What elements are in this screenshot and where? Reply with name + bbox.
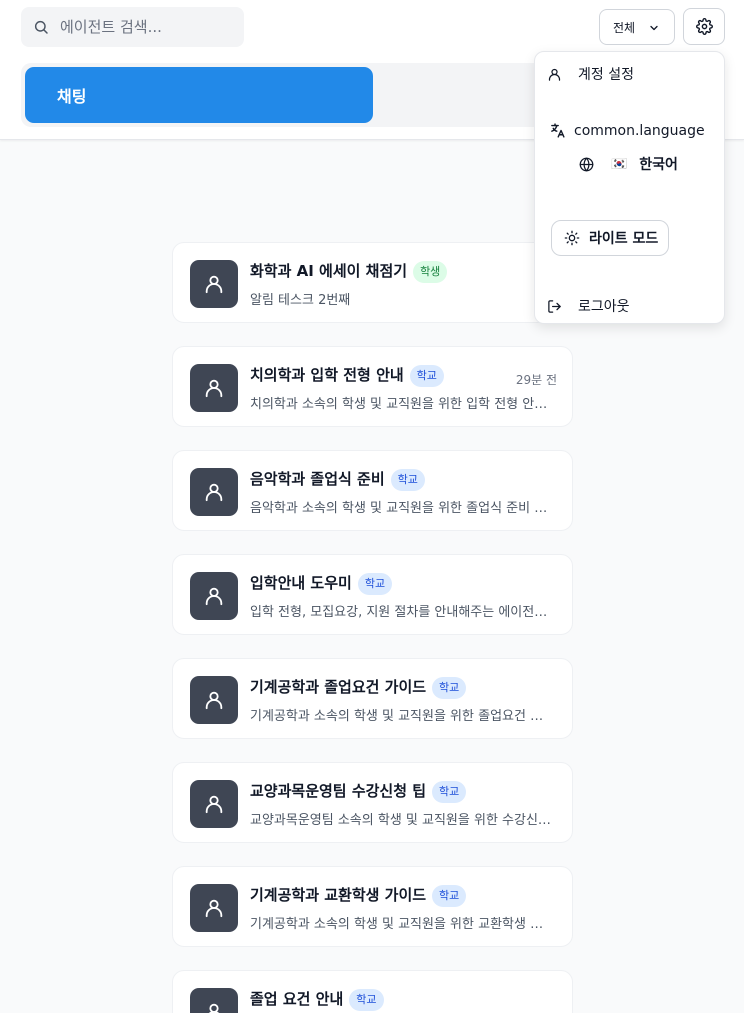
avatar: [190, 572, 238, 620]
logout-item[interactable]: 로그아웃: [547, 296, 630, 316]
agent-card[interactable]: 음악학과 졸업식 준비 학교 음악학과 소속의 학생 및 교직원을 위한 졸업식 …: [172, 450, 573, 531]
logout-label: 로그아웃: [578, 299, 630, 315]
globe-icon: [579, 157, 594, 171]
agent-title: 치의학과 입학 전형 안내: [250, 366, 404, 384]
korea-flag-icon: 🇰🇷: [611, 156, 628, 172]
agent-card[interactable]: 치의학과 입학 전형 안내 학교 29분 전 치의학과 소속의 학생 및 교직원을…: [172, 346, 573, 427]
user-icon: [205, 379, 223, 398]
agent-card[interactable]: 교양과목운영팀 수강신청 팁 학교 교양과목운영팀 소속의 학생 및 교직원을 위…: [172, 762, 573, 843]
agent-description: 교양과목운영팀 소속의 학생 및 교직원을 위한 수강신청 팁 에이전트입니다.: [250, 813, 553, 828]
filter-selected-value: 전체: [613, 20, 636, 35]
role-badge: 학교: [432, 780, 467, 803]
agent-title-row: 기계공학과 교환학생 가이드 학교: [250, 884, 467, 907]
user-icon: [205, 275, 223, 294]
agent-title: 기계공학과 교환학생 가이드: [250, 886, 427, 904]
agent-description: 음악학과 소속의 학생 및 교직원을 위한 졸업식 준비 에이전트입니다.: [250, 501, 553, 516]
sun-icon: [564, 230, 580, 246]
agent-title-row: 음악학과 졸업식 준비 학교: [250, 468, 425, 491]
account-settings-label: 계정 설정: [578, 67, 634, 83]
agent-title: 음악학과 졸업식 준비: [250, 470, 385, 488]
user-icon: [205, 795, 223, 814]
role-badge: 학교: [349, 988, 384, 1011]
agent-title-row: 졸업 요건 안내 학교: [250, 988, 384, 1011]
agent-card[interactable]: 입학안내 도우미 학교 입학 전형, 모집요강, 지원 절차를 안내해주는 에이전…: [172, 554, 573, 635]
tab-chat[interactable]: 채팅: [25, 67, 373, 123]
agent-title: 입학안내 도우미: [250, 574, 352, 592]
user-icon: [205, 483, 223, 502]
agent-title: 교양과목운영팀 수강신청 팁: [250, 782, 427, 800]
search-input[interactable]: [60, 18, 240, 36]
filter-dropdown[interactable]: 전체: [599, 9, 675, 45]
role-badge: 학생: [413, 260, 448, 283]
language-heading: common.language: [549, 122, 705, 139]
agent-card[interactable]: 기계공학과 교환학생 가이드 학교 기계공학과 소속의 학생 및 교직원을 위한 …: [172, 866, 573, 947]
language-option-korean[interactable]: 🇰🇷 한국어: [579, 154, 678, 174]
agent-card[interactable]: 기계공학과 졸업요건 가이드 학교 기계공학과 소속의 학생 및 교직원을 위한 …: [172, 658, 573, 739]
agent-description: 알림 테스크 2번째: [250, 293, 351, 308]
translate-icon: [551, 123, 565, 138]
chevron-down-icon: [650, 25, 658, 31]
user-icon: [205, 587, 223, 606]
role-badge: 학교: [409, 364, 444, 387]
avatar: [190, 260, 238, 308]
agent-title-row: 입학안내 도우미 학교: [250, 572, 393, 595]
agent-title-row: 기계공학과 졸업요건 가이드 학교: [250, 676, 467, 699]
language-option-label: 한국어: [639, 157, 678, 173]
agent-description: 치의학과 소속의 학생 및 교직원을 위한 입학 전형 안내 에이전트입니다.: [250, 397, 553, 412]
user-icon: [208, 1003, 220, 1013]
agent-search-box[interactable]: [21, 7, 244, 47]
agent-time: 29분 전: [515, 373, 557, 387]
agent-title-row: 화학과 AI 에세이 채점기 학생: [250, 260, 448, 283]
user-icon: [548, 68, 561, 81]
user-icon: [205, 691, 223, 710]
role-badge: 학교: [390, 468, 425, 491]
avatar: [190, 988, 238, 1013]
language-heading-label: common.language: [574, 122, 705, 139]
account-settings-item[interactable]: 계정 설정: [547, 64, 634, 84]
agent-title: 졸업 요건 안내: [250, 990, 344, 1008]
theme-toggle-button[interactable]: 라이트 모드: [551, 220, 669, 256]
avatar: [190, 884, 238, 932]
theme-toggle-label: 라이트 모드: [589, 231, 659, 247]
agent-title: 기계공학과 졸업요건 가이드: [250, 678, 427, 696]
agent-title: 화학과 AI 에세이 채점기: [250, 262, 408, 280]
agent-title-row: 치의학과 입학 전형 안내 학교: [250, 364, 444, 387]
agent-card[interactable]: 화학과 AI 에세이 채점기학생 27 알림 테스크 2번째: [172, 242, 573, 323]
gear-icon: [695, 18, 713, 35]
role-badge: 학교: [432, 676, 467, 699]
agent-title-row: 교양과목운영팀 수강신청 팁 학교: [250, 780, 467, 803]
agent-description: 기계공학과 소속의 학생 및 교직원을 위한 졸업요건 가이드 에이전트입니다.: [250, 709, 553, 724]
role-badge: 학교: [432, 884, 467, 907]
role-badge: 학교: [357, 572, 393, 595]
avatar: [190, 780, 238, 828]
agent-card[interactable]: 졸업 요건 안내 학교: [172, 970, 573, 1013]
settings-dropdown-menu: 계정 설정 common.language 🇰🇷 한국어 라이트 모드 로그아웃: [534, 51, 725, 324]
avatar: [190, 676, 238, 724]
agent-description: 기계공학과 소속의 학생 및 교직원을 위한 교환학생 가이드 에이전트입니다.: [250, 917, 553, 932]
avatar: [190, 364, 238, 412]
logout-icon: [548, 299, 561, 313]
user-icon: [205, 899, 223, 918]
agent-description: 입학 전형, 모집요강, 지원 절차를 안내해주는 에이전트입니다.: [250, 605, 553, 620]
avatar: [190, 468, 238, 516]
search-icon: [34, 20, 48, 34]
settings-button[interactable]: [683, 8, 725, 45]
